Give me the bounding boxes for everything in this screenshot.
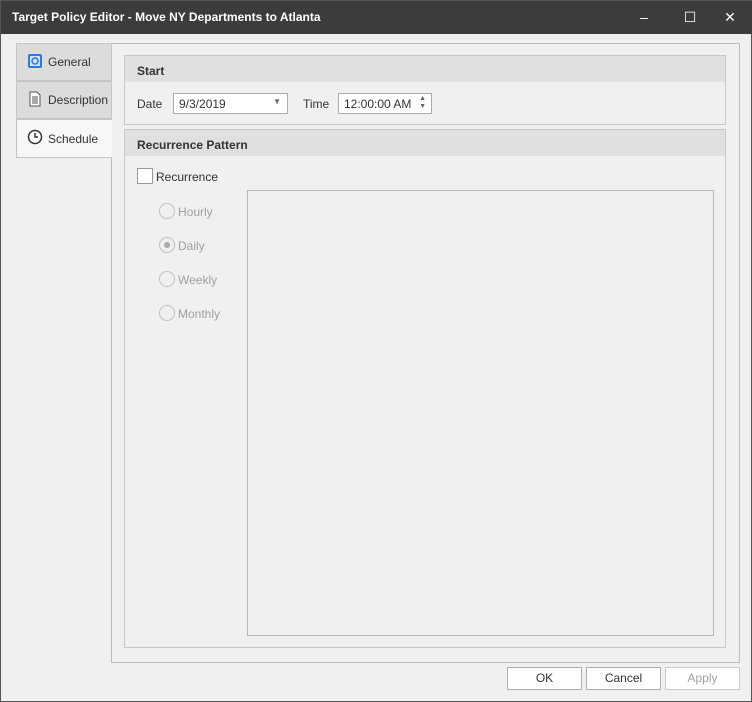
ok-button[interactable]: OK	[507, 667, 582, 690]
close-button[interactable]: ✕	[707, 1, 752, 34]
time-label: Time	[303, 97, 330, 111]
start-group: Start	[124, 55, 726, 125]
minimize-button[interactable]: –	[621, 1, 667, 34]
radio-daily[interactable]	[159, 237, 175, 253]
radio-label: Hourly	[178, 205, 213, 219]
radio-label: Weekly	[178, 273, 218, 287]
tab-label: General	[48, 55, 91, 69]
date-picker[interactable]: 9/3/2019 ▼	[173, 93, 288, 114]
tab-label: Schedule	[48, 131, 99, 146]
tab-general[interactable]: General	[16, 43, 112, 81]
tab-label: Description	[48, 93, 109, 107]
recurrence-header: Recurrence Pattern	[125, 130, 725, 156]
radio-weekly[interactable]	[159, 271, 175, 287]
safe-icon	[27, 53, 43, 72]
clock-icon	[27, 129, 43, 148]
recurrence-details-panel	[247, 190, 714, 636]
time-spinner[interactable]: 12:00:00 AM ▲ ▼	[338, 93, 432, 114]
document-icon	[27, 91, 43, 110]
radio-monthly[interactable]	[159, 305, 175, 321]
title-bar: Target Policy Editor - Move NY Departmen…	[1, 1, 752, 34]
window-title: Target Policy Editor - Move NY Departmen…	[12, 10, 321, 24]
tab-schedule[interactable]: Schedule	[16, 119, 112, 158]
start-header: Start	[125, 56, 725, 82]
recurrence-checkbox[interactable]	[137, 168, 153, 184]
date-value: 9/3/2019	[179, 97, 226, 111]
tab-description[interactable]: Description	[16, 81, 112, 119]
recurrence-label: Recurrence	[156, 170, 219, 184]
date-label: Date	[137, 97, 163, 111]
spinner-arrows-icon[interactable]: ▲ ▼	[419, 95, 426, 111]
cancel-button[interactable]: Cancel	[586, 667, 661, 690]
radio-label: Daily	[178, 239, 205, 253]
time-value: 12:00:00 AM	[344, 97, 412, 111]
radio-hourly[interactable]	[159, 203, 175, 219]
apply-button[interactable]: Apply	[665, 667, 740, 690]
radio-label: Monthly	[178, 307, 221, 321]
chevron-down-icon[interactable]: ▼	[273, 97, 281, 106]
